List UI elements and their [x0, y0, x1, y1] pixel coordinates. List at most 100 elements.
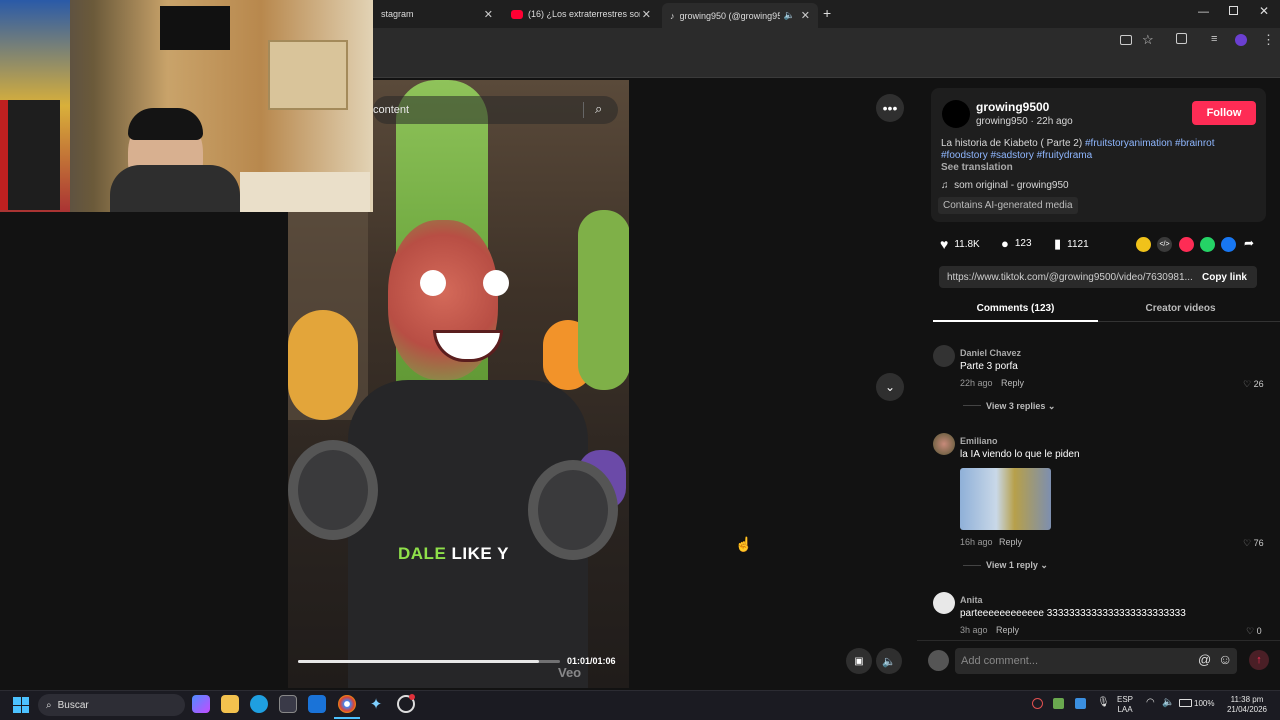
speaker-icon[interactable]: 🔈: [1162, 697, 1174, 708]
mention-icon[interactable]: @: [1198, 652, 1211, 667]
save-stat[interactable]: ▮ 1121: [1054, 236, 1089, 252]
language-indicator[interactable]: ESP LAA: [1117, 695, 1133, 715]
tray-app-icon[interactable]: [1075, 698, 1086, 709]
broccoli-character: [578, 210, 629, 390]
bookmark-icon[interactable]: ▮: [1054, 236, 1061, 252]
desk: [240, 172, 370, 212]
comment-like[interactable]: ♡ 76: [1243, 538, 1264, 549]
restore-icon[interactable]: [1229, 6, 1238, 15]
youtube-icon: [511, 9, 523, 19]
clock[interactable]: 11:38 pm 21/04/2026: [1224, 695, 1270, 715]
see-translation-link[interactable]: See translation: [941, 162, 1013, 173]
battery-icon[interactable]: [1179, 699, 1192, 707]
embed-icon[interactable]: </>: [1157, 237, 1172, 252]
tab-creator-videos[interactable]: Creator videos: [1098, 296, 1263, 322]
close-icon[interactable]: ✕: [642, 8, 651, 21]
menu-icon[interactable]: ⋮: [1262, 32, 1275, 48]
comment-gif[interactable]: [960, 468, 1051, 530]
new-tab-button[interactable]: +: [823, 5, 831, 21]
cast-icon[interactable]: [1120, 35, 1132, 45]
commenter-avatar[interactable]: [933, 592, 955, 614]
outlook-icon[interactable]: [308, 695, 326, 713]
reply-button[interactable]: Reply: [1001, 378, 1024, 388]
heart-outline-icon[interactable]: ♡: [1243, 379, 1251, 389]
add-comment-input[interactable]: Add comment...: [955, 648, 1237, 674]
clock-time: 11:38 pm: [1230, 695, 1264, 704]
speaker-icon[interactable]: 🔈: [784, 10, 795, 21]
comment-like-count: 76: [1253, 538, 1264, 548]
store-icon[interactable]: [279, 695, 297, 713]
author-avatar[interactable]: [942, 100, 970, 128]
close-window-icon[interactable]: ✕: [1259, 4, 1269, 18]
gemini-icon[interactable]: ✦: [367, 695, 385, 713]
heart-outline-icon[interactable]: ♡: [1243, 538, 1251, 548]
next-video-button[interactable]: ⌄: [876, 373, 904, 401]
comment-icon[interactable]: ●: [1001, 236, 1009, 251]
file-explorer-icon[interactable]: [221, 695, 239, 713]
lang-line2: LAA: [1117, 705, 1133, 714]
author-name[interactable]: growing9500: [976, 100, 1049, 114]
comment-text: parteeeeeeeeeeee 33333333333333333333333…: [960, 608, 1186, 619]
progress-fill[interactable]: [298, 660, 539, 663]
reply-button[interactable]: Reply: [999, 537, 1022, 547]
tab-instagram[interactable]: stagram ✕: [373, 3, 501, 25]
comment-author[interactable]: Anita: [960, 595, 983, 605]
search-icon[interactable]: ⌕: [595, 101, 602, 117]
search-bar[interactable]: content ⌕: [373, 96, 618, 124]
close-icon[interactable]: ✕: [484, 8, 493, 21]
minimize-icon[interactable]: —: [1198, 6, 1209, 18]
music-note-icon: ♫: [941, 180, 949, 191]
reply-button[interactable]: Reply: [996, 625, 1019, 635]
commenter-avatar[interactable]: [933, 433, 955, 455]
chrome-icon[interactable]: [338, 695, 356, 713]
tray-app-icon[interactable]: [1032, 698, 1043, 709]
share-link-box[interactable]: https://www.tiktok.com/@growing9500/vide…: [939, 266, 1257, 288]
comment-author[interactable]: Daniel Chavez: [960, 348, 1021, 358]
emoji-icon[interactable]: ☺: [1218, 651, 1232, 667]
profile-avatar[interactable]: [1235, 34, 1247, 46]
comment-like[interactable]: ♡ 26: [1243, 379, 1264, 390]
follow-button[interactable]: Follow: [1192, 101, 1256, 125]
heart-icon[interactable]: ♥: [940, 236, 948, 252]
view-replies-button[interactable]: View 3 replies ⌄: [986, 401, 1055, 412]
star-icon[interactable]: ☆: [1142, 32, 1154, 48]
floating-player-button[interactable]: ▣: [846, 648, 872, 674]
send-icon[interactable]: [1179, 237, 1194, 252]
facebook-icon[interactable]: [1221, 237, 1236, 252]
tab-comments[interactable]: Comments (123): [933, 296, 1098, 322]
tab-tiktok[interactable]: ♪ growing950 (@growing950 🔈 ✕: [662, 3, 818, 28]
taskbar-search[interactable]: ⌕ Buscar: [38, 694, 185, 716]
copilot-icon[interactable]: [192, 695, 210, 713]
character-eye: [483, 270, 509, 296]
share-arrow-icon[interactable]: ➦: [1244, 236, 1254, 250]
extensions-icon[interactable]: [1176, 33, 1187, 44]
wifi-icon[interactable]: ◠: [1146, 697, 1155, 708]
edge-icon[interactable]: [250, 695, 268, 713]
tab-youtube[interactable]: (16) ¿Los extraterrestres son rea ✕: [503, 3, 659, 25]
comment-like[interactable]: ♡ 0: [1246, 626, 1262, 637]
whatsapp-icon[interactable]: [1200, 237, 1215, 252]
more-options-button[interactable]: •••: [876, 94, 904, 122]
music-row[interactable]: ♫ som original - growing950: [941, 180, 1069, 191]
share-coin-icon[interactable]: [1136, 237, 1151, 252]
hashtags-line2[interactable]: #foodstory #sadstory #fruitydrama: [941, 150, 1092, 161]
media-icon[interactable]: ≡: [1211, 33, 1217, 45]
heart-outline-icon[interactable]: ♡: [1246, 626, 1254, 636]
search-input[interactable]: content: [373, 104, 409, 116]
windows-start-icon[interactable]: [13, 697, 29, 713]
close-icon[interactable]: ✕: [801, 9, 810, 22]
like-stat[interactable]: ♥ 11.8K: [940, 236, 980, 252]
tray-app-icon[interactable]: [1053, 698, 1064, 709]
view-replies-label: View 3 replies: [986, 401, 1046, 411]
search-icon: ⌕: [46, 699, 52, 711]
comment-author[interactable]: Emiliano: [960, 436, 998, 446]
commenter-avatar[interactable]: [933, 345, 955, 367]
post-comment-button[interactable]: ↑: [1249, 650, 1269, 670]
comment-stat[interactable]: ● 123: [1001, 236, 1032, 251]
volume-button[interactable]: 🔈: [876, 648, 902, 674]
hashtags-line1[interactable]: #fruitstoryanimation #brainrot: [1085, 138, 1215, 149]
microphone-icon[interactable]: 🎙: [1097, 697, 1110, 708]
copy-link-button[interactable]: Copy link: [1202, 272, 1247, 283]
user-avatar[interactable]: [928, 650, 949, 671]
view-replies-button[interactable]: View 1 reply ⌄: [986, 560, 1048, 571]
